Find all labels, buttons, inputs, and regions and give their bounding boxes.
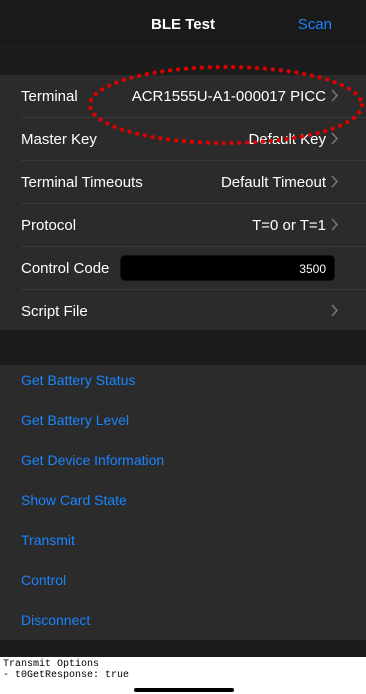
- protocol-value: T=0 or T=1: [252, 217, 326, 234]
- disconnect-button[interactable]: Disconnect: [21, 612, 90, 628]
- control-code-row: Control Code 3500: [0, 247, 366, 289]
- master-key-label: Master Key: [21, 131, 97, 148]
- terminal-timeouts-label: Terminal Timeouts: [21, 174, 143, 191]
- terminal-value: ACR1555U-A1-000017 PICC: [131, 88, 326, 105]
- navigation-bar: BLE Test Scan: [0, 0, 366, 44]
- show-card-state-button[interactable]: Show Card State: [21, 492, 127, 508]
- log-line: Transmit Options: [3, 659, 100, 670]
- protocol-label: Protocol: [21, 217, 77, 234]
- chevron-right-icon: [331, 175, 339, 188]
- script-file-label: Script File: [21, 303, 88, 320]
- chevron-right-icon: [331, 218, 339, 231]
- terminal-timeouts-row[interactable]: Terminal Timeouts Default Timeout: [0, 161, 366, 203]
- section-spacer: [0, 44, 366, 75]
- protocol-row[interactable]: Protocol T=0 or T=1: [0, 204, 366, 246]
- chevron-right-icon: [331, 89, 339, 102]
- settings-section: Terminal ACR1555U-A1-000017 PICC Master …: [0, 75, 366, 330]
- chevron-right-icon: [331, 304, 339, 317]
- section-spacer: [0, 640, 366, 657]
- terminal-timeouts-value: Default Timeout: [220, 174, 326, 191]
- control-button[interactable]: Control: [21, 572, 66, 588]
- terminal-row[interactable]: Terminal ACR1555U-A1-000017 PICC: [0, 75, 366, 117]
- get-battery-status-button[interactable]: Get Battery Status: [21, 372, 135, 388]
- scan-button[interactable]: Scan: [298, 16, 332, 33]
- get-battery-level-button[interactable]: Get Battery Level: [21, 412, 129, 428]
- master-key-row[interactable]: Master Key Default Key: [0, 118, 366, 160]
- control-code-input[interactable]: 3500: [120, 255, 335, 281]
- actions-section: Get Battery Status Get Battery Level Get…: [0, 365, 366, 640]
- script-file-row[interactable]: Script File: [0, 290, 366, 332]
- master-key-value: Default Key: [248, 131, 326, 148]
- get-device-information-button[interactable]: Get Device Information: [21, 452, 164, 468]
- home-indicator[interactable]: [134, 688, 234, 692]
- terminal-label: Terminal: [21, 88, 78, 105]
- log-line: - t0GetResponse: true: [3, 670, 130, 681]
- section-spacer: [0, 330, 366, 365]
- transmit-button[interactable]: Transmit: [21, 532, 75, 548]
- chevron-right-icon: [331, 132, 339, 145]
- control-code-label: Control Code: [21, 260, 110, 277]
